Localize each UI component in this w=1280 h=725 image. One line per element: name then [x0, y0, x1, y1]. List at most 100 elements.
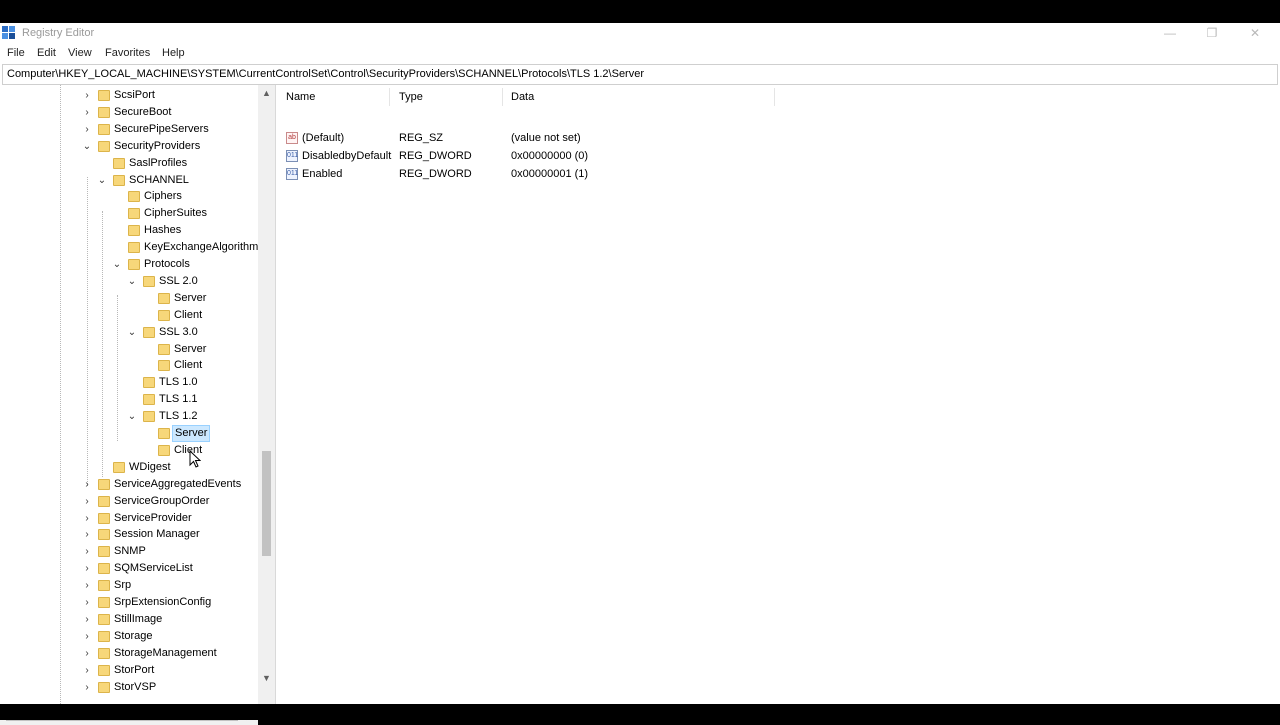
tree-node-label[interactable]: SrpExtensionConfig: [112, 594, 213, 611]
tree-node[interactable]: KeyExchangeAlgorithm: [0, 239, 258, 256]
tree-node[interactable]: › StorPort: [0, 662, 258, 679]
menu-help[interactable]: Help: [162, 47, 185, 59]
expand-chevron-icon[interactable]: ›: [82, 628, 92, 645]
tree-node-label[interactable]: Server: [172, 290, 208, 307]
tree-node[interactable]: › SrpExtensionConfig: [0, 594, 258, 611]
minimize-button[interactable]: —: [1148, 23, 1192, 44]
tree-node[interactable]: ⌄ SSL 3.0: [0, 324, 258, 341]
tree-node[interactable]: Ciphers: [0, 188, 258, 205]
value-row[interactable]: 011 DisabledbyDefault REG_DWORD 0x00000000 …: [278, 147, 1278, 165]
expand-chevron-icon[interactable]: ›: [82, 577, 92, 594]
scroll-up-arrow-icon[interactable]: ▲: [258, 85, 275, 102]
tree-node-label-selected[interactable]: Server: [172, 425, 211, 442]
tree-node-label[interactable]: Server: [172, 341, 208, 358]
tree-node[interactable]: › StorageManagement: [0, 645, 258, 662]
tree-node[interactable]: › ScsiPort: [0, 87, 258, 104]
expand-chevron-icon[interactable]: ›: [82, 510, 92, 527]
tree-node[interactable]: › Session Manager: [0, 526, 258, 543]
expand-chevron-icon[interactable]: ›: [82, 493, 92, 510]
tree-node[interactable]: Hashes: [0, 222, 258, 239]
expand-chevron-icon[interactable]: ›: [82, 560, 92, 577]
tree-node[interactable]: ⌄ SCHANNEL: [0, 172, 258, 189]
menu-view[interactable]: View: [68, 47, 92, 59]
tree-node[interactable]: › SecureBoot: [0, 104, 258, 121]
expand-chevron-icon[interactable]: ›: [82, 87, 92, 104]
menu-edit[interactable]: Edit: [37, 47, 56, 59]
expand-chevron-icon[interactable]: ›: [82, 594, 92, 611]
tree-node[interactable]: Server: [0, 425, 258, 442]
tree-node[interactable]: › SecurePipeServers: [0, 121, 258, 138]
tree-node-label[interactable]: SaslProfiles: [127, 155, 189, 172]
tree-node[interactable]: ⌄ Protocols: [0, 256, 258, 273]
column-header-type[interactable]: Type: [391, 88, 503, 106]
expand-chevron-icon[interactable]: ›: [82, 526, 92, 543]
tree-node[interactable]: ⌄ TLS 1.2: [0, 408, 258, 425]
expand-chevron-icon[interactable]: ›: [82, 645, 92, 662]
tree-node-label[interactable]: KeyExchangeAlgorithm: [142, 239, 260, 256]
collapse-chevron-icon[interactable]: ⌄: [127, 408, 137, 425]
tree-node[interactable]: › SNMP: [0, 543, 258, 560]
tree-node[interactable]: TLS 1.1: [0, 391, 258, 408]
tree-node-label[interactable]: SecurityProviders: [112, 138, 202, 155]
tree-node-label[interactable]: TLS 1.2: [157, 408, 200, 425]
collapse-chevron-icon[interactable]: ⌄: [97, 172, 107, 189]
close-button[interactable]: ✕: [1233, 23, 1277, 44]
tree-node-label[interactable]: ServiceProvider: [112, 510, 194, 527]
tree-node-label[interactable]: StillImage: [112, 611, 164, 628]
tree-node-label[interactable]: SNMP: [112, 543, 148, 560]
restore-button[interactable]: ❐: [1190, 23, 1234, 44]
scroll-down-arrow-icon[interactable]: ▼: [258, 670, 275, 687]
tree-node[interactable]: SaslProfiles: [0, 155, 258, 172]
expand-chevron-icon[interactable]: ›: [82, 662, 92, 679]
tree-node[interactable]: › ServiceAggregatedEvents: [0, 476, 258, 493]
tree-node[interactable]: › Storage: [0, 628, 258, 645]
tree-node-label[interactable]: Srp: [112, 577, 133, 594]
tree-node[interactable]: Client: [0, 307, 258, 324]
value-row[interactable]: ab (Default) REG_SZ (value not set): [278, 129, 1278, 147]
tree-node-label[interactable]: SQMServiceList: [112, 560, 195, 577]
scroll-thumb[interactable]: [262, 451, 271, 556]
expand-chevron-icon[interactable]: ›: [82, 543, 92, 560]
tree-node[interactable]: › SQMServiceList: [0, 560, 258, 577]
tree-node[interactable]: › ServiceGroupOrder: [0, 493, 258, 510]
tree-node[interactable]: Server: [0, 290, 258, 307]
tree-node[interactable]: › StillImage: [0, 611, 258, 628]
tree-node-label[interactable]: StorVSP: [112, 679, 158, 696]
expand-chevron-icon[interactable]: ›: [82, 611, 92, 628]
tree-node[interactable]: Client: [0, 357, 258, 374]
collapse-chevron-icon[interactable]: ⌄: [112, 256, 122, 273]
collapse-chevron-icon[interactable]: ⌄: [127, 324, 137, 341]
tree-node-label[interactable]: SCHANNEL: [127, 172, 191, 189]
tree-node-label[interactable]: SSL 2.0: [157, 273, 200, 290]
tree-node-label[interactable]: WDigest: [127, 459, 173, 476]
menu-file[interactable]: File: [7, 47, 25, 59]
tree-node[interactable]: Client: [0, 442, 258, 459]
tree-node-label[interactable]: Hashes: [142, 222, 183, 239]
tree-node-label[interactable]: SecureBoot: [112, 104, 173, 121]
address-bar[interactable]: Computer\HKEY_LOCAL_MACHINE\SYSTEM\Curre…: [2, 64, 1278, 85]
tree-node[interactable]: › ServiceProvider: [0, 510, 258, 527]
tree-node-label[interactable]: Client: [172, 357, 204, 374]
expand-chevron-icon[interactable]: ›: [82, 476, 92, 493]
tree-node-label[interactable]: ServiceGroupOrder: [112, 493, 211, 510]
tree-node-label[interactable]: ServiceAggregatedEvents: [112, 476, 243, 493]
tree-node-label[interactable]: Ciphers: [142, 188, 184, 205]
tree-node-label[interactable]: Protocols: [142, 256, 192, 273]
expand-chevron-icon[interactable]: ›: [82, 121, 92, 138]
tree-node-label[interactable]: Client: [172, 307, 204, 324]
tree-node[interactable]: ⌄ SSL 2.0: [0, 273, 258, 290]
tree-node-label[interactable]: TLS 1.1: [157, 391, 200, 408]
tree-node-label[interactable]: StorPort: [112, 662, 156, 679]
tree-node-label[interactable]: CipherSuites: [142, 205, 209, 222]
tree-node[interactable]: Server: [0, 341, 258, 358]
column-header-data[interactable]: Data: [503, 88, 775, 106]
tree-node-label[interactable]: StorageManagement: [112, 645, 219, 662]
tree-node[interactable]: ⌄ SecurityProviders: [0, 138, 258, 155]
tree-node-label[interactable]: Session Manager: [112, 526, 202, 543]
tree-node[interactable]: TLS 1.0: [0, 374, 258, 391]
tree-node[interactable]: WDigest: [0, 459, 258, 476]
collapse-chevron-icon[interactable]: ⌄: [82, 138, 92, 155]
value-row[interactable]: 011 Enabled REG_DWORD 0x00000001 (1): [278, 165, 1278, 183]
tree-node-label[interactable]: TLS 1.0: [157, 374, 200, 391]
column-header-name[interactable]: Name: [278, 88, 390, 106]
